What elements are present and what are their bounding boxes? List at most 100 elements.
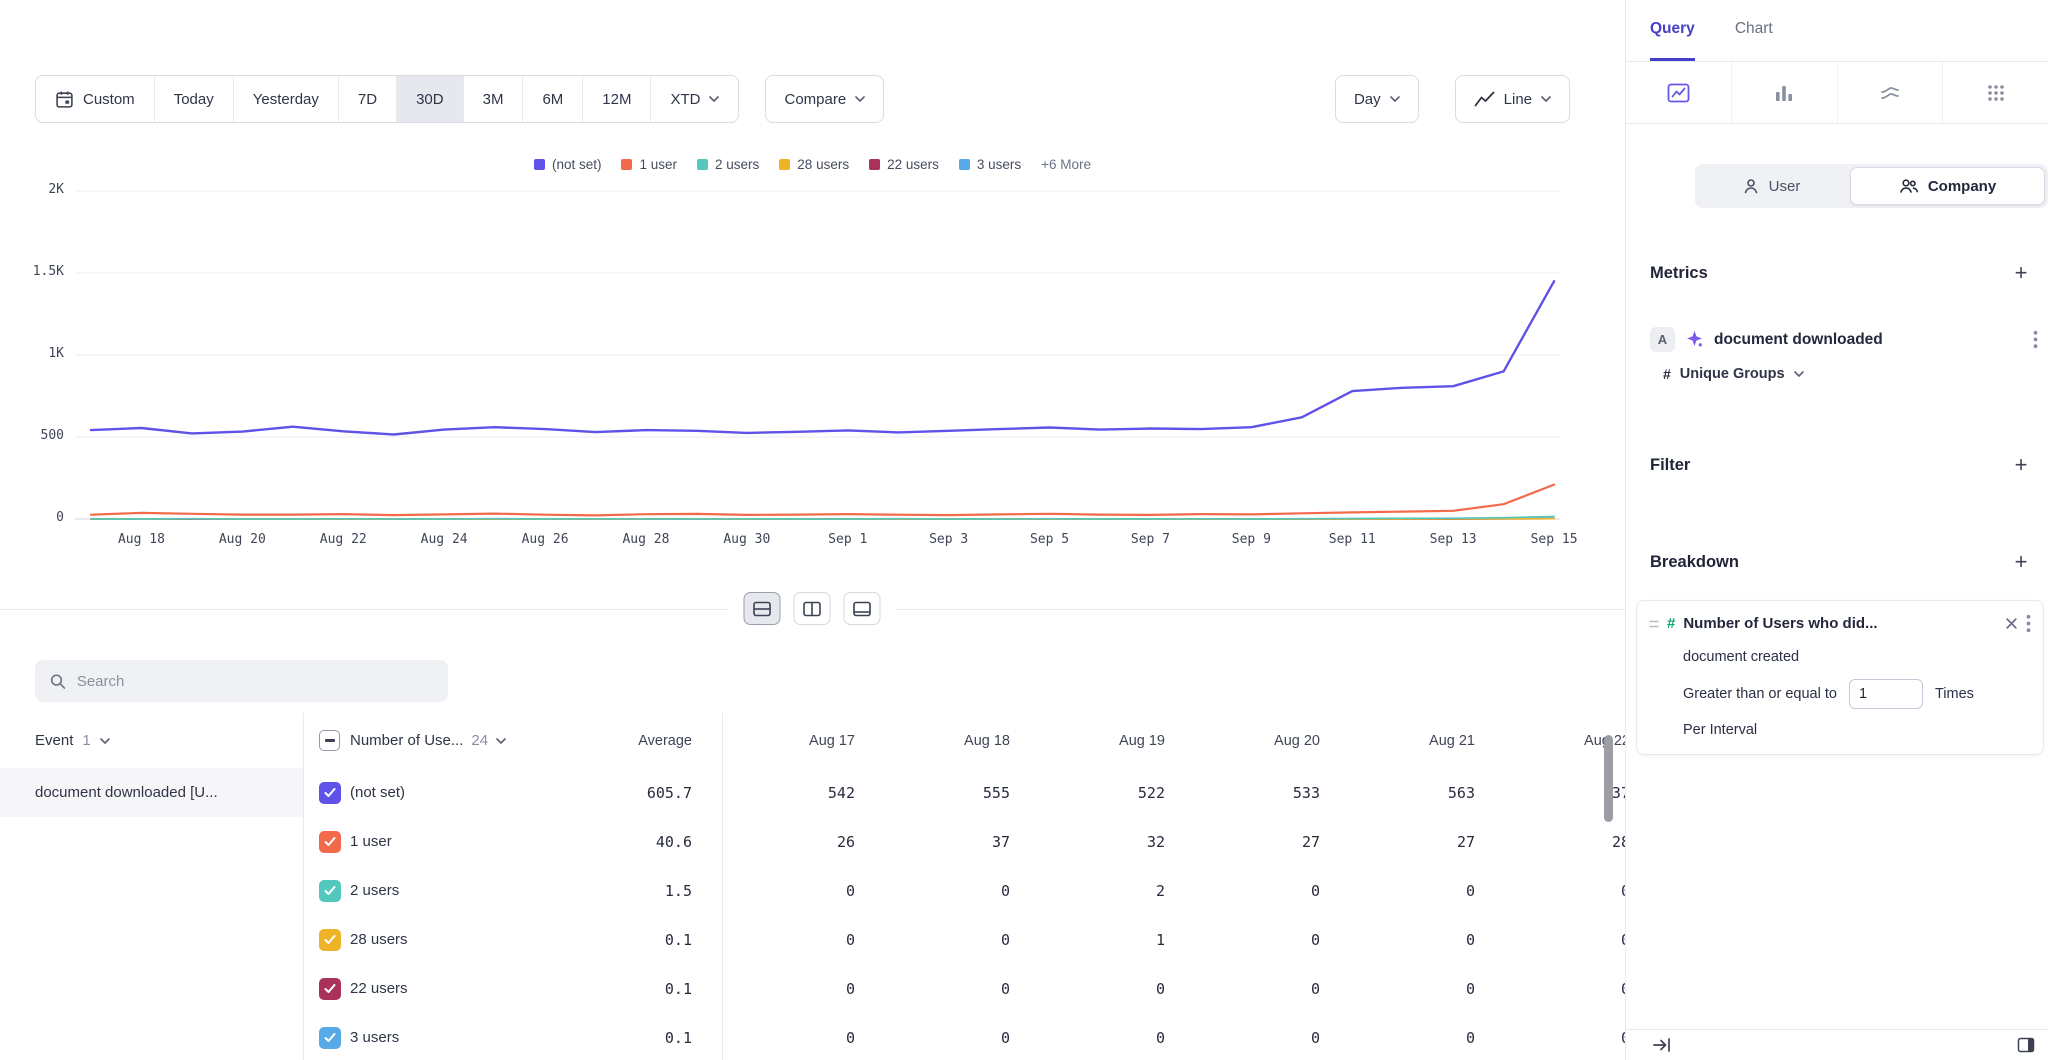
row-value: 533 bbox=[1183, 784, 1338, 802]
breakdown-menu-icon[interactable] bbox=[2026, 614, 2031, 633]
range-30d[interactable]: 30D bbox=[396, 76, 463, 122]
table-row[interactable]: 3 users0.1000000 bbox=[304, 1013, 1625, 1060]
entity-user-option[interactable]: User bbox=[1695, 164, 1847, 208]
viz-tab-bar[interactable] bbox=[1732, 62, 1838, 123]
legend-label: (not set) bbox=[552, 157, 602, 172]
remove-breakdown-icon[interactable] bbox=[2005, 617, 2018, 630]
select-all-checkbox[interactable] bbox=[319, 730, 340, 751]
chart-type-dropdown[interactable]: Line bbox=[1455, 75, 1570, 123]
measure-hash-icon: # bbox=[1663, 366, 1671, 382]
row-checkbox[interactable] bbox=[319, 1027, 341, 1049]
row-checkbox[interactable] bbox=[319, 782, 341, 804]
condition-label[interactable]: Greater than or equal to bbox=[1683, 686, 1837, 702]
range-label: 6M bbox=[542, 91, 563, 108]
metric-event-name[interactable]: document downloaded bbox=[1714, 331, 2022, 349]
row-value: 37 bbox=[873, 833, 1028, 851]
tab-query[interactable]: Query bbox=[1650, 0, 1695, 61]
legend-item[interactable]: 3 users bbox=[959, 157, 1021, 172]
event-count: 1 bbox=[82, 732, 90, 749]
search-input[interactable] bbox=[77, 673, 433, 690]
range-6m[interactable]: 6M bbox=[522, 76, 582, 122]
layout-bottom-bar-button[interactable] bbox=[844, 592, 881, 625]
times-value-input[interactable] bbox=[1849, 679, 1923, 709]
row-value: 0 bbox=[1183, 980, 1338, 998]
viz-tab-grid[interactable] bbox=[1943, 62, 2048, 123]
y-tick-label: 1K bbox=[6, 346, 64, 361]
add-filter-button[interactable]: + bbox=[2008, 452, 2034, 478]
table-row[interactable]: 22 users0.1000000 bbox=[304, 964, 1625, 1013]
chart-type-tabs bbox=[1626, 62, 2048, 124]
collapse-panel-icon[interactable] bbox=[1652, 1036, 1672, 1054]
frozen-column-divider bbox=[722, 713, 723, 1060]
add-breakdown-button[interactable]: + bbox=[2008, 549, 2034, 575]
drag-handle-icon[interactable] bbox=[1649, 619, 1659, 629]
legend-swatch bbox=[534, 159, 545, 170]
range-today[interactable]: Today bbox=[154, 76, 233, 122]
series-column-header[interactable]: Number of Use... 24 bbox=[350, 732, 560, 749]
row-value: 0 bbox=[1183, 882, 1338, 900]
legend-item[interactable]: 2 users bbox=[697, 157, 759, 172]
row-label: 28 users bbox=[350, 931, 560, 948]
range-7d[interactable]: 7D bbox=[338, 76, 396, 122]
date-column-header: Aug 17 bbox=[718, 733, 873, 749]
row-checkbox[interactable] bbox=[319, 831, 341, 853]
event-list-item[interactable]: document downloaded [U... bbox=[0, 768, 303, 817]
range-label: 12M bbox=[602, 91, 631, 108]
x-tick-label: Aug 28 bbox=[622, 532, 669, 547]
row-value: 0 bbox=[718, 931, 873, 949]
compare-button[interactable]: Compare bbox=[765, 75, 884, 123]
y-tick-label: 2K bbox=[6, 182, 64, 197]
row-checkbox-cell bbox=[304, 978, 350, 1000]
event-column-header[interactable]: Event 1 bbox=[0, 713, 303, 768]
entity-company-option[interactable]: Company bbox=[1850, 167, 2045, 205]
row-value: 0 bbox=[873, 980, 1028, 998]
row-average: 0.1 bbox=[560, 1029, 718, 1047]
legend-item[interactable]: 22 users bbox=[869, 157, 939, 172]
row-checkbox[interactable] bbox=[319, 880, 341, 902]
row-average: 40.6 bbox=[560, 833, 718, 851]
table-row[interactable]: (not set)605.7542555522533563537 bbox=[304, 768, 1625, 817]
series-header-label: Number of Use... bbox=[350, 732, 463, 749]
range-custom[interactable]: Custom bbox=[36, 76, 154, 122]
breakdown-event[interactable]: document created bbox=[1683, 649, 2031, 665]
legend-item[interactable]: 1 user bbox=[621, 157, 677, 172]
breakdown-title[interactable]: Number of Users who did... bbox=[1683, 615, 1997, 632]
user-option-label: User bbox=[1769, 178, 1801, 195]
toggle-sidebar-icon[interactable] bbox=[2016, 1035, 2036, 1055]
user-icon bbox=[1742, 177, 1760, 195]
series-line bbox=[91, 485, 1554, 516]
range-yesterday[interactable]: Yesterday bbox=[233, 76, 338, 122]
row-value: 26 bbox=[718, 833, 873, 851]
legend-label: 3 users bbox=[977, 157, 1021, 172]
per-interval-label[interactable]: Per Interval bbox=[1683, 722, 2031, 738]
metric-menu-icon[interactable] bbox=[2033, 330, 2038, 349]
breakdown-card: # Number of Users who did... document cr… bbox=[1636, 600, 2044, 755]
legend-item[interactable]: 28 users bbox=[779, 157, 849, 172]
layout-split-horizontal-button[interactable] bbox=[744, 592, 781, 625]
viz-tab-flow[interactable] bbox=[1838, 62, 1944, 123]
table-scrollbar[interactable] bbox=[1604, 735, 1613, 822]
table-row[interactable]: 1 user40.6263732272728 bbox=[304, 817, 1625, 866]
interval-dropdown[interactable]: Day bbox=[1335, 75, 1419, 123]
row-checkbox[interactable] bbox=[319, 978, 341, 1000]
legend-more[interactable]: +6 More bbox=[1041, 157, 1091, 172]
range-12m[interactable]: 12M bbox=[582, 76, 650, 122]
table-row[interactable]: 2 users1.5002000 bbox=[304, 866, 1625, 915]
x-tick-label: Aug 24 bbox=[421, 532, 468, 547]
metric-item[interactable]: A document downloaded bbox=[1650, 327, 2038, 352]
range-xtd[interactable]: XTD bbox=[650, 76, 738, 122]
legend-label: 22 users bbox=[887, 157, 939, 172]
legend-item[interactable]: (not set) bbox=[534, 157, 602, 172]
range-3m[interactable]: 3M bbox=[463, 76, 523, 122]
tab-chart[interactable]: Chart bbox=[1735, 0, 1773, 61]
add-metric-button[interactable]: + bbox=[2008, 260, 2034, 286]
event-list-column: Event 1 document downloaded [U... bbox=[0, 713, 304, 1060]
layout-split-vertical-button[interactable] bbox=[794, 592, 831, 625]
viz-tab-line[interactable] bbox=[1626, 62, 1732, 123]
series-line bbox=[91, 517, 1554, 520]
table-row[interactable]: 28 users0.1001000 bbox=[304, 915, 1625, 964]
measure-dropdown[interactable]: # Unique Groups bbox=[1663, 366, 1804, 382]
row-label: 2 users bbox=[350, 882, 560, 899]
row-checkbox[interactable] bbox=[319, 929, 341, 951]
row-label: 22 users bbox=[350, 980, 560, 997]
